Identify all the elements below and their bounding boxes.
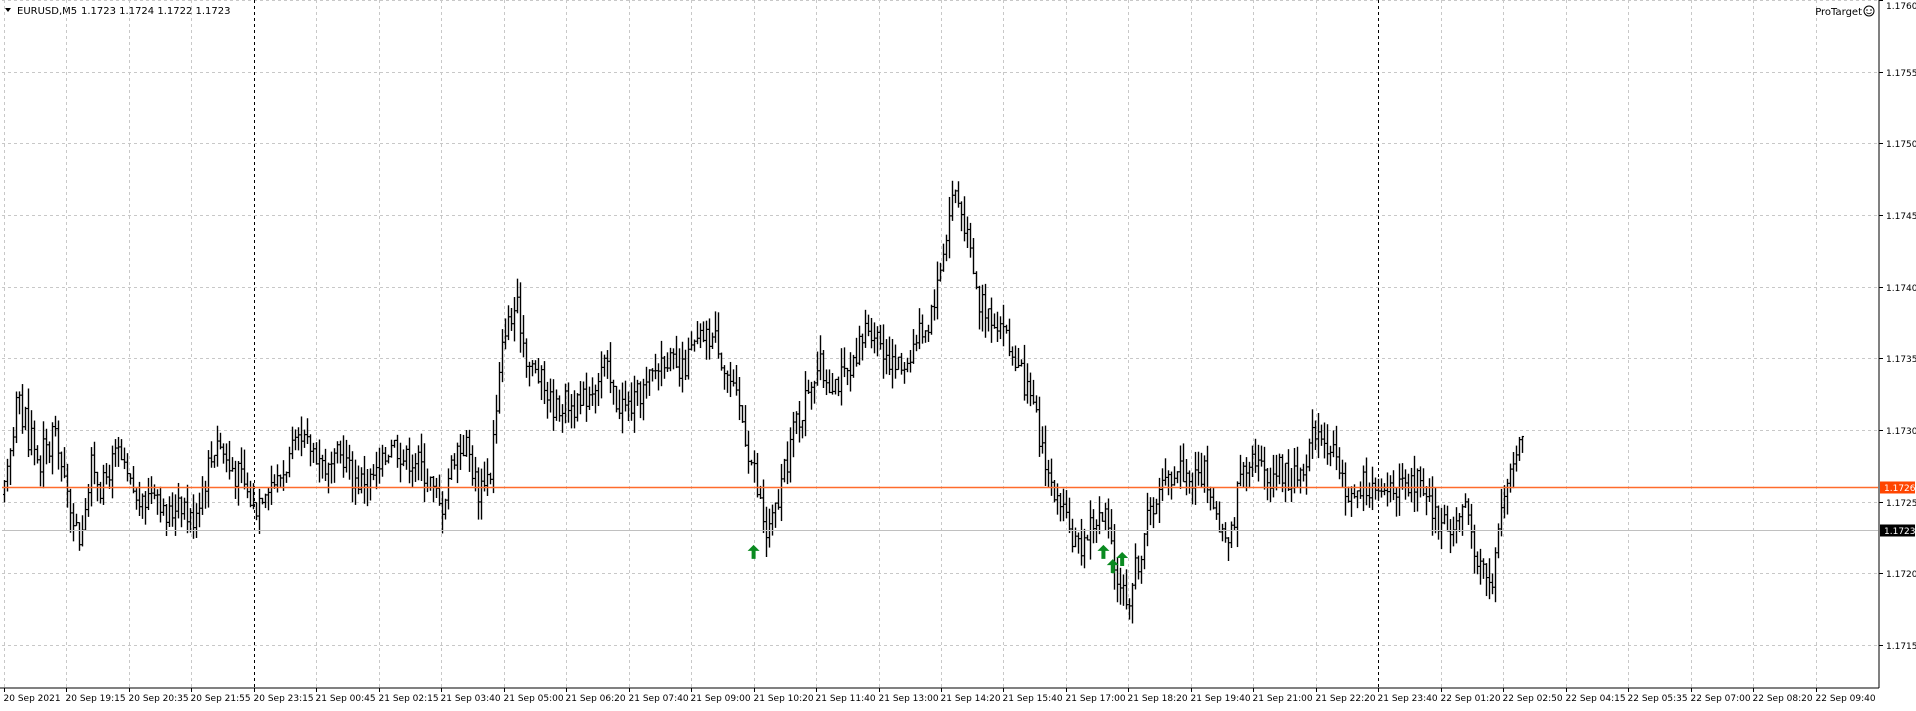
price-tick-label: 1.1740 <box>1886 284 1916 294</box>
time-tick-label: 21 Sep 14:20 <box>941 694 1001 704</box>
time-tick-label: 20 Sep 21:55 <box>191 694 251 704</box>
time-tick-label: 22 Sep 01:20 <box>1441 694 1501 704</box>
time-tick-label: 21 Sep 15:40 <box>1003 694 1063 704</box>
price-chart[interactable]: 1.1760 1.1755 1.1750 1.1745 1.1740 1.1735 1.17… <box>0 0 1916 707</box>
time-tick-label: 20 Sep 2021 <box>4 694 61 704</box>
price-tick-label: 1.1725 <box>1886 499 1916 509</box>
time-tick-label: 21 Sep 10:20 <box>754 694 814 704</box>
time-tick-label: 21 Sep 22:20 <box>1316 694 1376 704</box>
bid-label: 1.1723 <box>1884 527 1916 537</box>
chart-header: EURUSD,M5 1.1723 1.1724 1.1722 1.1723 <box>5 6 231 17</box>
symbol-label: EURUSD,M5 <box>17 6 77 17</box>
indicator-label: ProTarget <box>1815 7 1862 18</box>
time-tick-label: 21 Sep 17:00 <box>1066 694 1126 704</box>
time-tick-label: 21 Sep 19:40 <box>1191 694 1251 704</box>
time-tick-label: 21 Sep 13:00 <box>879 694 939 704</box>
time-tick-label: 21 Sep 06:20 <box>566 694 626 704</box>
time-tick-label: 22 Sep 07:00 <box>1691 694 1751 704</box>
time-tick-label: 22 Sep 02:50 <box>1503 694 1563 704</box>
time-tick-label: 22 Sep 08:20 <box>1753 694 1813 704</box>
time-tick-label: 21 Sep 00:45 <box>316 694 376 704</box>
time-tick-label: 21 Sep 09:00 <box>691 694 751 704</box>
price-tick-label: 1.1715 <box>1886 642 1916 652</box>
time-tick-label: 22 Sep 04:15 <box>1566 694 1626 704</box>
price-tick-label: 1.1745 <box>1886 212 1916 222</box>
time-tick-label: 22 Sep 05:35 <box>1628 694 1688 704</box>
ohlc-values: 1.1723 1.1724 1.1722 1.1723 <box>81 6 231 17</box>
time-tick-label: 21 Sep 18:20 <box>1128 694 1188 704</box>
time-tick-label: 21 Sep 07:40 <box>629 694 689 704</box>
time-tick-label: 21 Sep 23:40 <box>1378 694 1438 704</box>
price-tick-label: 1.1735 <box>1886 355 1916 365</box>
time-tick-label: 21 Sep 21:00 <box>1253 694 1313 704</box>
time-tick-label: 20 Sep 23:15 <box>254 694 314 704</box>
price-tick-label: 1.1760 <box>1886 2 1916 12</box>
time-tick-label: 21 Sep 03:40 <box>441 694 501 704</box>
time-tick-label: 20 Sep 20:35 <box>129 694 189 704</box>
price-tick-label: 1.1750 <box>1886 140 1916 150</box>
time-tick-label: 22 Sep 09:40 <box>1816 694 1876 704</box>
price-tick-label: 1.1730 <box>1886 427 1916 437</box>
price-tick-label: 1.1720 <box>1886 570 1916 580</box>
price-tick-label: 1.1755 <box>1886 69 1916 79</box>
time-tick-label: 21 Sep 02:15 <box>379 694 439 704</box>
time-tick-label: 20 Sep 19:15 <box>66 694 126 704</box>
time-tick-label: 21 Sep 05:00 <box>504 694 564 704</box>
time-tick-label: 21 Sep 11:40 <box>816 694 876 704</box>
chart-window[interactable]: 1.1760 1.1755 1.1750 1.1745 1.1740 1.1735 1.17… <box>0 0 1916 707</box>
level-label: 1.1726 <box>1884 484 1916 494</box>
